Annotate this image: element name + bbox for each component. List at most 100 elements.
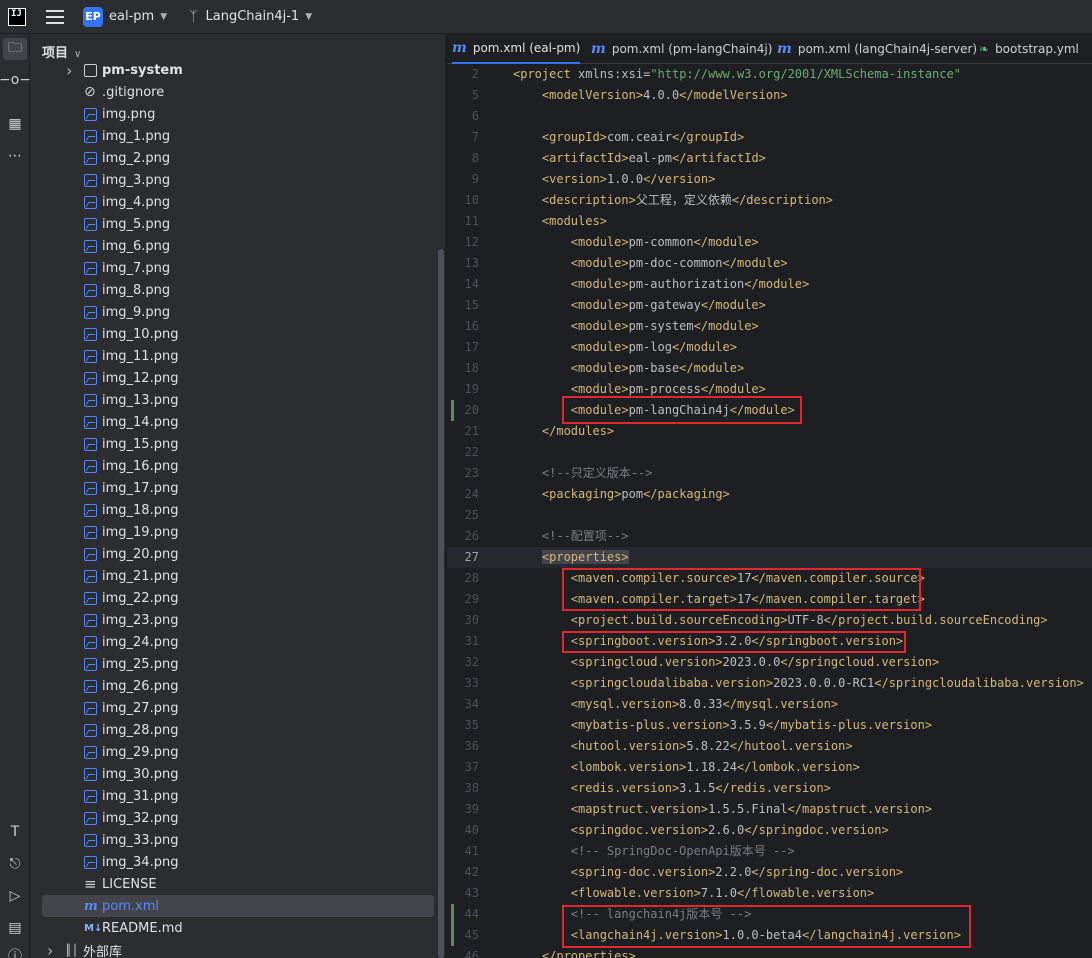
tree-item[interactable]: img_2.png bbox=[30, 147, 445, 169]
tree-item[interactable]: img_14.png bbox=[30, 411, 445, 433]
code-line[interactable]: 15 <module>pm-gateway</module> bbox=[447, 295, 1092, 316]
expand-arrow-icon[interactable]: › bbox=[66, 61, 72, 80]
tree-item[interactable]: img_8.png bbox=[30, 279, 445, 301]
code-line[interactable]: 23 <!--只定义版本--> bbox=[447, 463, 1092, 484]
tree-item[interactable]: m pom.xml bbox=[42, 895, 434, 917]
code-line[interactable]: 42 <spring-doc.version>2.2.0</spring-doc… bbox=[447, 862, 1092, 883]
code-line[interactable]: 22 bbox=[447, 442, 1092, 463]
tree-item[interactable]: img_10.png bbox=[30, 323, 445, 345]
code-line[interactable]: 41 <!-- SpringDoc-OpenApi版本号 --> bbox=[447, 841, 1092, 862]
tree-item[interactable]: img_12.png bbox=[30, 367, 445, 389]
services-icon[interactable]: ⎋ bbox=[0, 853, 30, 875]
commit-icon[interactable]: −o− bbox=[0, 69, 31, 91]
tree-item[interactable]: img_22.png bbox=[30, 587, 445, 609]
code-line[interactable]: 30 <project.build.sourceEncoding>UTF-8</… bbox=[447, 610, 1092, 631]
tree-item[interactable]: img_4.png bbox=[30, 191, 445, 213]
tree-item[interactable]: img_31.png bbox=[30, 785, 445, 807]
tree-item[interactable]: img_3.png bbox=[30, 169, 445, 191]
tree-item[interactable]: img_30.png bbox=[30, 763, 445, 785]
editor-tab[interactable]: ❧ bootstrap.yml bbox=[979, 34, 1079, 64]
tree-item[interactable]: M↓ README.md bbox=[30, 917, 445, 939]
structure-icon[interactable]: ▦ bbox=[0, 113, 30, 135]
tree-item[interactable]: img_26.png bbox=[30, 675, 445, 697]
chevron-down-icon[interactable]: ▼ bbox=[160, 12, 167, 22]
tree-item[interactable]: img_25.png bbox=[30, 653, 445, 675]
tree-item[interactable]: img_28.png bbox=[30, 719, 445, 741]
code-line[interactable]: 8 <artifactId>eal-pm</artifactId> bbox=[447, 148, 1092, 169]
code-line[interactable]: 34 <mysql.version>8.0.33</mysql.version> bbox=[447, 694, 1092, 715]
tree-item[interactable]: img_23.png bbox=[30, 609, 445, 631]
tree-item[interactable]: img.png bbox=[30, 103, 445, 125]
tree-item[interactable]: img_19.png bbox=[30, 521, 445, 543]
code-line[interactable]: 25 bbox=[447, 505, 1092, 526]
tree-item[interactable]: img_34.png bbox=[30, 851, 445, 873]
code-line[interactable]: 40 <springdoc.version>2.6.0</springdoc.v… bbox=[447, 820, 1092, 841]
tree-item[interactable]: ⊘ .gitignore bbox=[30, 81, 445, 103]
editor-tab[interactable]: m pom.xml (langChain4j-server) bbox=[777, 34, 977, 64]
code-line[interactable]: 13 <module>pm-doc-common</module> bbox=[447, 253, 1092, 274]
tree-item[interactable]: img_5.png bbox=[30, 213, 445, 235]
branch-name[interactable]: LangChain4j-1 bbox=[206, 9, 300, 24]
project-panel-scrollbar[interactable] bbox=[438, 249, 444, 958]
expand-arrow-icon[interactable]: › bbox=[47, 941, 53, 958]
code-line[interactable]: 37 <lombok.version>1.18.24</lombok.versi… bbox=[447, 757, 1092, 778]
code-line[interactable]: 32 <springcloud.version>2023.0.0</spring… bbox=[447, 652, 1092, 673]
code-line[interactable]: 17 <module>pm-log</module> bbox=[447, 337, 1092, 358]
tree-item[interactable]: img_33.png bbox=[30, 829, 445, 851]
tree-item[interactable]: img_11.png bbox=[30, 345, 445, 367]
code-line[interactable]: 36 <hutool.version>5.8.22</hutool.versio… bbox=[447, 736, 1092, 757]
intellij-logo-icon[interactable]: IJ bbox=[8, 7, 26, 26]
code-line[interactable]: 12 <module>pm-common</module> bbox=[447, 232, 1092, 253]
code-line[interactable]: 5 <modelVersion>4.0.0</modelVersion> bbox=[447, 85, 1092, 106]
tree-item[interactable]: img_7.png bbox=[30, 257, 445, 279]
code-line[interactable]: 7 <groupId>com.ceair</groupId> bbox=[447, 127, 1092, 148]
problems-icon[interactable]: ⓘ bbox=[0, 945, 30, 958]
editor-tab[interactable]: m pom.xml (pm-langChain4j) bbox=[591, 34, 772, 64]
project-badge[interactable]: EP bbox=[83, 6, 103, 27]
chevron-down-icon[interactable]: ▼ bbox=[305, 12, 312, 22]
tree-item[interactable]: › pm-system bbox=[30, 59, 445, 81]
project-folder-icon[interactable]: 🗀 bbox=[3, 38, 27, 60]
tree-item[interactable]: img_9.png bbox=[30, 301, 445, 323]
tree-item[interactable]: img_20.png bbox=[30, 543, 445, 565]
code-line[interactable]: 10 <description>父工程，定义依赖</description> bbox=[447, 190, 1092, 211]
tree-item[interactable]: img_17.png bbox=[30, 477, 445, 499]
build-hammer-icon[interactable]: T bbox=[0, 821, 30, 843]
code-line[interactable]: 38 <redis.version>3.1.5</redis.version> bbox=[447, 778, 1092, 799]
code-line[interactable]: 21 </modules> bbox=[447, 421, 1092, 442]
code-line[interactable]: 24 <packaging>pom</packaging> bbox=[447, 484, 1092, 505]
code-line[interactable]: 18 <module>pm-base</module> bbox=[447, 358, 1092, 379]
code-line[interactable]: 26 <!--配置项--> bbox=[447, 526, 1092, 547]
tree-item[interactable]: img_1.png bbox=[30, 125, 445, 147]
tree-item[interactable]: img_13.png bbox=[30, 389, 445, 411]
project-name[interactable]: eal-pm bbox=[109, 9, 154, 24]
tree-item[interactable]: ≡ LICENSE bbox=[30, 873, 445, 895]
code-line[interactable]: 11 <modules> bbox=[447, 211, 1092, 232]
tree-item[interactable]: img_32.png bbox=[30, 807, 445, 829]
tree-item[interactable]: img_6.png bbox=[30, 235, 445, 257]
tree-item[interactable]: img_27.png bbox=[30, 697, 445, 719]
tree-item[interactable]: img_16.png bbox=[30, 455, 445, 477]
main-menu-icon[interactable] bbox=[46, 9, 64, 24]
more-icon[interactable]: ⋯ bbox=[0, 145, 30, 167]
code-line[interactable]: 39 <mapstruct.version>1.5.5.Final</mapst… bbox=[447, 799, 1092, 820]
code-line[interactable]: 6 bbox=[447, 106, 1092, 127]
code-line[interactable]: 2 <project xmlns:xsi="http://www.w3.org/2… bbox=[447, 64, 1092, 85]
code-line[interactable]: 33 <springcloudalibaba.version>2023.0.0.… bbox=[447, 673, 1092, 694]
code-line[interactable]: 14 <module>pm-authorization</module> bbox=[447, 274, 1092, 295]
tree-item[interactable]: img_18.png bbox=[30, 499, 445, 521]
git-branch-icon[interactable]: ᛉ bbox=[189, 9, 197, 25]
tree-item[interactable]: › ║│ 外部库 bbox=[30, 939, 445, 958]
code-line[interactable]: 35 <mybatis-plus.version>3.5.9</mybatis-… bbox=[447, 715, 1092, 736]
run-icon[interactable]: ▷ bbox=[0, 885, 30, 907]
code-line[interactable]: 27 <properties> bbox=[447, 547, 1092, 568]
code-view[interactable]: 2 <project xmlns:xsi="http://www.w3.org/2… bbox=[447, 64, 1092, 958]
editor-tab[interactable]: m pom.xml (eal-pm) bbox=[452, 34, 581, 64]
terminal-icon[interactable]: ▤ bbox=[0, 917, 30, 939]
code-line[interactable]: 16 <module>pm-system</module> bbox=[447, 316, 1092, 337]
code-line[interactable]: 43 <flowable.version>7.1.0</flowable.ver… bbox=[447, 883, 1092, 904]
tree-item[interactable]: img_24.png bbox=[30, 631, 445, 653]
tree-item[interactable]: img_21.png bbox=[30, 565, 445, 587]
tree-item[interactable]: img_29.png bbox=[30, 741, 445, 763]
code-line[interactable]: 9 <version>1.0.0</version> bbox=[447, 169, 1092, 190]
